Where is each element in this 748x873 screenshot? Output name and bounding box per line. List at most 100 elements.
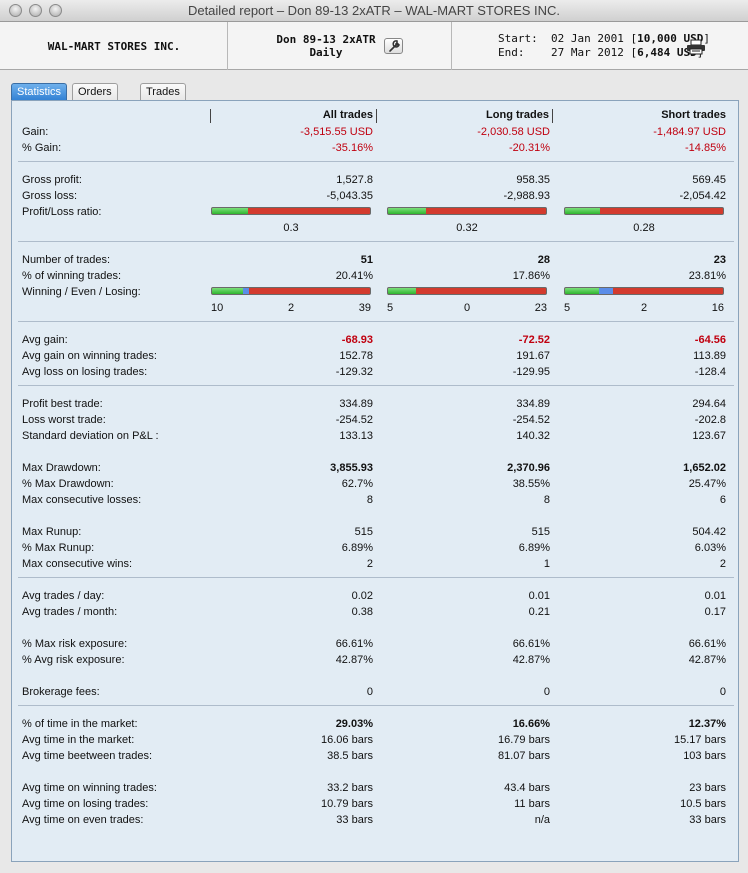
stat-value-short: 103 bars [683,750,726,762]
stat-value-long: 8 [543,494,550,506]
column-header-short[interactable]: Short trades [566,109,726,123]
stat-label: Profit/Loss ratio: [22,206,102,218]
stat-label: Profit best trade: [22,398,103,410]
stat-label: Winning / Even / Losing: [22,286,141,298]
stat-value-all: 8 [366,494,373,506]
winning-segment [565,288,600,294]
stat-value-short: 10.5 bars [680,798,726,810]
stat-value-all: 1,527.8 [336,174,373,186]
stat-value-long: 17.86% [512,270,550,282]
stat-label: Standard deviation on P&L : [22,430,159,442]
win-even-lose-bar [211,287,371,295]
tab-orders-list[interactable]: Orders list [72,83,118,115]
stat-value-short: 42.87% [688,654,726,666]
stat-value-long: 66.61% [512,638,550,650]
stat-value-short: 0.17 [704,606,726,618]
stat-value-short: 294.64 [692,398,726,410]
end-date: 27 Mar 2012 [551,46,624,59]
section-divider [18,241,734,242]
win-count: 5 [564,302,571,314]
stat-row-wel: Winning / Even / Losing: [12,284,740,300]
stat-label: % Max Runup: [22,542,95,554]
stat-value-all: 66.61% [335,638,373,650]
statistics-panel: All trades Long trades Short trades Gain… [11,100,739,862]
stat-value-short: 23 [713,254,726,266]
stat-label: % of time in the market: [22,718,138,730]
stat-label: Avg gain: [22,334,68,346]
stat-row-avg-time-market: Avg time in the market: 16.06 bars 16.79 b… [12,732,740,748]
stat-value-short: 6 [719,494,726,506]
even-count: 0 [463,302,471,314]
stat-value-long: -254.52 [512,414,550,426]
stat-value-all: -129.32 [335,366,373,378]
stat-value-all: 33 bars [336,814,373,826]
stat-value-long: 6.89% [518,542,550,554]
stat-label: Max Runup: [22,526,82,538]
stat-value-all: 334.89 [339,398,373,410]
stat-value-all: 152.78 [339,350,373,362]
profit-segment [388,208,426,214]
stat-value-short: 6.03% [694,542,726,554]
even-count: 2 [640,302,648,314]
stat-label: % of winning trades: [22,270,122,282]
profit-segment [212,208,249,214]
start-date: 02 Jan 2001 [551,32,624,45]
stat-value-short: 0 [719,686,726,698]
win-count: 5 [387,302,394,314]
wrench-icon[interactable] [384,38,403,54]
stat-value-all: 6.89% [341,542,373,554]
stat-label: % Avg risk exposure: [22,654,125,666]
stat-value-long: 16.79 bars [498,734,550,746]
stat-value-short: 25.47% [688,478,726,490]
stat-value-short: -1,484.97 USD [653,126,726,138]
stat-row-avg-risk: % Avg risk exposure: 42.87% 42.87% 42.87% [12,652,740,668]
stat-value-all: 0.38 [351,606,373,618]
printer-icon[interactable] [686,39,706,55]
stat-value-all: -3,515.55 USD [300,126,373,138]
minimize-window-button[interactable] [29,4,42,17]
stat-value-short: 2 [719,558,726,570]
stat-label: Max Drawdown: [22,462,101,474]
close-window-button[interactable] [9,4,22,17]
stat-row-pl-ratio: Profit/Loss ratio: [12,204,740,220]
stat-value-long: 140.32 [516,430,550,442]
profit-loss-ratio-bar [211,207,371,215]
stat-row-avg-time-lose: Avg time on losing trades: 10.79 bars 11 b… [12,796,740,812]
stat-value-short: 15.17 bars [674,734,726,746]
even-segment [599,288,614,294]
column-header-all[interactable]: All trades [210,109,377,123]
stat-value-short: 0.01 [704,590,726,602]
stat-row-pct-max-dd: % Max Drawdown: 62.7% 38.55% 25.47% [12,476,740,492]
stat-row-worst-trade: Loss worst trade: -254.52 -254.52 -202.8 [12,412,740,428]
stat-value-long: -2,988.93 [503,190,550,202]
system-cell: Don 89-13 2xATR Daily [228,22,452,70]
stat-label: Avg time on losing trades: [22,798,149,810]
tab-trades-list[interactable]: Trades list [140,83,186,115]
stat-value-short: -128.4 [694,366,726,378]
stat-value-all: 3,855.93 [330,462,373,474]
stat-value-all: 20.41% [335,270,373,282]
stat-value-long: 958.35 [516,174,550,186]
section-divider [18,385,734,386]
stat-row-avg-gain-win: Avg gain on winning trades: 152.78 191.67 1… [12,348,740,364]
tab-statistics[interactable]: Statistics [11,83,68,101]
section-divider [18,321,734,322]
stat-row-gain: Gain: -3,515.55 USD -2,030.58 USD -1,484.97… [12,124,740,140]
stat-row-std-dev: Standard deviation on P&L : 133.13 140.32 1… [12,428,740,444]
stat-label: Avg loss on losing trades: [22,366,148,378]
stat-value-all: 38.5 bars [327,750,373,762]
stat-value-long: 515 [531,526,550,538]
stat-row-trades-day: Avg trades / day: 0.02 0.01 0.01 [12,588,740,604]
winning-segment [212,288,243,294]
stat-value-long: 2,370.96 [507,462,550,474]
stat-row-wel: 10 2 39 5 0 23 5 2 16 [12,300,740,316]
even-count: 2 [287,302,295,314]
column-header-long[interactable]: Long trades [388,109,553,123]
stat-row-pct-gain: % Gain: -35.16% -20.31% -14.85% [12,140,740,156]
stat-row-avg-gain: Avg gain: -68.93 -72.52 -64.56 [12,332,740,348]
stat-label: Gross profit: [22,174,82,186]
stat-value-long: n/a [534,814,550,826]
stat-value-long: -72.52 [518,334,550,346]
zoom-window-button[interactable] [49,4,62,17]
report-header: WAL-MART STORES INC. Don 89-13 2xATR Dai… [0,22,748,70]
